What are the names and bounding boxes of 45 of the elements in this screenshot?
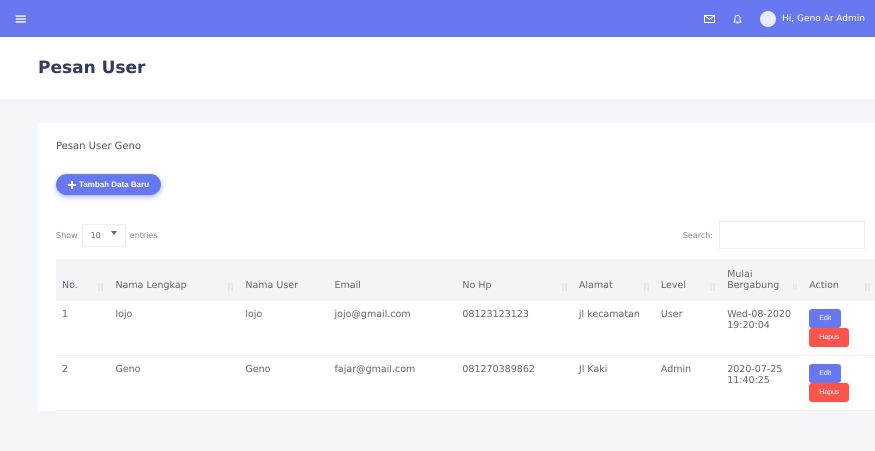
- table-cell: lojo: [109, 301, 240, 356]
- show-label: Show: [56, 230, 78, 240]
- column-header[interactable]: Level: [654, 259, 722, 301]
- sort-icon: [710, 283, 716, 291]
- sort-icon: [562, 283, 567, 291]
- table-cell: lojo: [239, 301, 329, 356]
- table-cell: jojo@gmail.com: [328, 301, 456, 356]
- card-title: Pesan User Geno: [56, 141, 142, 152]
- caret-icon: [110, 230, 117, 234]
- sort-icon: [793, 283, 798, 291]
- sort-icon: [98, 283, 104, 291]
- table-cell: 08123123123: [456, 301, 573, 356]
- user-menu[interactable]: Hi, Geno Ar Admin: [760, 10, 865, 26]
- column-header[interactable]: Nama Lengkap: [109, 259, 240, 301]
- bell-icon[interactable]: [733, 14, 742, 24]
- column-header[interactable]: Email: [328, 259, 456, 301]
- add-button[interactable]: Tambah Data Baru: [56, 174, 162, 195]
- table-cell: User: [654, 301, 722, 356]
- column-header[interactable]: Action: [803, 259, 875, 301]
- column-header[interactable]: No Hp: [456, 259, 573, 301]
- table-cell: 1: [56, 301, 110, 356]
- sort-icon: [865, 283, 870, 291]
- table-cell: Wed-08-2020 19:20:04: [721, 301, 804, 356]
- table-cell: Geno: [109, 356, 240, 410]
- sort-icon: [644, 283, 649, 291]
- column-header[interactable]: Alamat: [572, 259, 655, 301]
- table-cell: 2: [56, 356, 110, 410]
- entries-label: entries: [130, 230, 158, 240]
- table-cell: Jl Kaki: [572, 356, 655, 410]
- entries-select[interactable]: 10: [82, 224, 126, 246]
- table-cell: Geno: [239, 356, 329, 410]
- table-cell: Admin: [654, 356, 722, 410]
- table-cell: 081270389862: [456, 356, 573, 410]
- search-label: Search:: [682, 230, 713, 240]
- page-title: Pesan User: [38, 58, 146, 78]
- column-header[interactable]: No.: [56, 259, 110, 301]
- sort-icon: [228, 283, 234, 291]
- table-cell: 2020-07-25 11:40:25: [721, 356, 804, 410]
- mail-icon[interactable]: [704, 14, 716, 22]
- column-header[interactable]: Nama User: [239, 259, 329, 301]
- plus-icon: [68, 180, 76, 188]
- table-cell: fajar@gmail.com: [328, 356, 456, 410]
- column-header[interactable]: Mulai Bergabung: [721, 259, 804, 301]
- menu-icon[interactable]: ≡: [14, 9, 704, 28]
- table-cell: jl kecamatan: [572, 301, 655, 356]
